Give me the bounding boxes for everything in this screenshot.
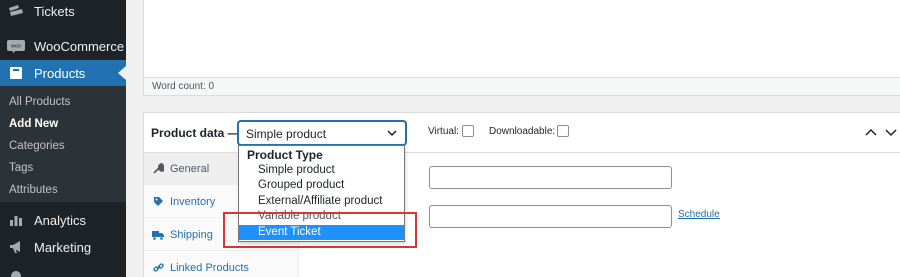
sidebar-item-marketing[interactable]: Marketing [0, 236, 126, 258]
downloadable-checkbox[interactable] [557, 125, 569, 137]
submenu-add-new[interactable]: Add New [9, 118, 58, 130]
dropdown-option-external[interactable]: External/Affiliate product [239, 194, 404, 209]
chevron-down-icon[interactable] [885, 127, 897, 137]
word-count: Word count: 0 [152, 81, 215, 92]
regular-price-input[interactable] [429, 166, 672, 189]
dropdown-option-simple[interactable]: Simple product [239, 163, 404, 178]
word-count-bar: Word count: 0 [143, 77, 900, 96]
sidebar-item-partial [0, 268, 126, 277]
sidebar-item-label: WooCommerce [34, 38, 125, 54]
schedule-link[interactable]: Schedule [678, 209, 720, 220]
tab-linked-products[interactable]: Linked Products [144, 252, 299, 277]
downloadable-label: Downloadable: [489, 126, 556, 137]
woocommerce-icon: woo [6, 36, 26, 56]
sidebar-item-woocommerce[interactable]: woo WooCommerce [0, 35, 126, 57]
products-submenu: All Products Add New Categories Tags Att… [0, 86, 126, 202]
virtual-label: Virtual: [428, 126, 459, 137]
wrench-icon [152, 163, 164, 175]
analytics-icon [6, 210, 26, 230]
sidebar-item-label: Tickets [34, 3, 75, 19]
sidebar-item-tickets[interactable]: Tickets [0, 0, 126, 22]
cut-off-icon [6, 263, 26, 277]
sidebar-item-label: Products [34, 65, 86, 81]
submenu-attributes[interactable]: Attributes [9, 184, 58, 196]
sidebar-item-products[interactable]: Products [0, 60, 126, 86]
chevron-up-icon[interactable] [865, 127, 877, 137]
products-icon [6, 63, 26, 83]
admin-sidebar: Tickets woo WooCommerce Products All Pro… [0, 0, 126, 277]
submenu-categories[interactable]: Categories [9, 140, 65, 152]
annotation-highlight-box [223, 212, 417, 248]
product-data-title: Product data — [151, 126, 240, 140]
tab-label: Linked Products [170, 261, 249, 274]
link-icon [152, 262, 164, 274]
sidebar-item-analytics[interactable]: Analytics [0, 209, 126, 231]
submenu-tags[interactable]: Tags [9, 162, 33, 174]
tab-label: Inventory [170, 195, 216, 208]
svg-text:woo: woo [11, 43, 21, 49]
sale-price-input[interactable] [429, 205, 672, 228]
product-type-select-value: Simple product [246, 127, 327, 141]
truck-icon [152, 229, 164, 241]
dropdown-option-grouped[interactable]: Grouped product [239, 178, 404, 193]
dropdown-group-label: Product Type [247, 148, 323, 162]
marketing-icon [6, 237, 26, 257]
tickets-icon [6, 1, 26, 21]
sidebar-item-label: Analytics [34, 212, 87, 228]
tag-icon [152, 196, 164, 208]
tab-label: Shipping [170, 228, 213, 241]
submenu-all-products[interactable]: All Products [9, 96, 70, 108]
virtual-checkbox[interactable] [462, 125, 474, 137]
sidebar-item-label: Marketing [34, 239, 92, 255]
chevron-down-icon [387, 130, 397, 137]
tab-label: General [170, 162, 210, 175]
product-type-select[interactable]: Simple product [238, 121, 406, 145]
